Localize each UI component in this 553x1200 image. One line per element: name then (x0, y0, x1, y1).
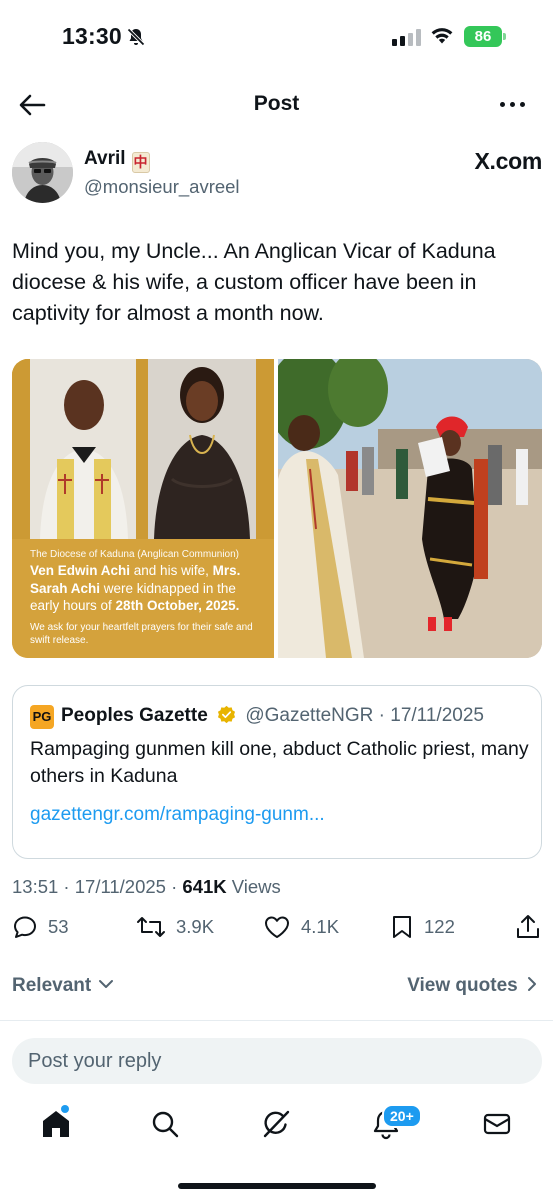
more-options-icon[interactable] (500, 102, 525, 107)
page-title: Post (253, 92, 300, 115)
quoted-text: Rampaging gunmen kill one, abduct Cathol… (30, 738, 529, 787)
chevron-down-icon (99, 980, 114, 988)
quoted-meta: @GazetteNGR · 17/11/2025 (245, 705, 484, 726)
home-icon (43, 1111, 69, 1137)
battery-level: 86 (474, 28, 492, 45)
repost-count: 3.9K (176, 916, 215, 937)
home-new-dot (61, 1105, 69, 1113)
repost-button[interactable]: 3.9K (136, 914, 214, 940)
poster-text-1: and his wife, (130, 563, 209, 578)
like-button[interactable]: 4.1K (263, 914, 339, 940)
views-count[interactable]: 641K (182, 876, 226, 897)
post-media[interactable]: The Diocese of Kaduna (Anglican Communio… (12, 359, 542, 658)
cellular-signal-icon (392, 28, 421, 46)
poster-caption: The Diocese of Kaduna (Anglican Communio… (30, 548, 268, 647)
bookmark-count: 122 (424, 916, 455, 937)
peoples-gazette-logo: PG (30, 705, 54, 729)
poster-diocese-line: The Diocese of Kaduna (Anglican Communio… (30, 549, 239, 560)
view-quotes-link[interactable]: View quotes (407, 975, 538, 997)
views-label: Views (226, 876, 281, 897)
reply-sort-row: Relevant View quotes (12, 972, 542, 1000)
top-navigation: Post (0, 80, 553, 130)
tab-home[interactable] (39, 1107, 73, 1141)
home-indicator[interactable] (178, 1183, 376, 1189)
bookmark-button[interactable]: 122 (390, 914, 455, 940)
share-icon (517, 915, 539, 938)
quoted-post-header: Peoples Gazette @GazetteNGR · 17/11/2025 (61, 705, 484, 727)
post-text: Mind you, my Uncle... An Anglican Vicar … (12, 239, 496, 325)
author-handle[interactable]: @monsieur_avreel (84, 176, 240, 198)
tab-grok[interactable] (259, 1107, 293, 1141)
battery-indicator: 86 (464, 26, 506, 47)
repost-icon (137, 917, 165, 937)
bottom-tab-bar (0, 1095, 553, 1155)
poster-prayer: We ask for your heartfelt prayers for th… (30, 621, 253, 646)
divider (0, 1020, 553, 1021)
quoted-post[interactable]: PG Peoples Gazette @GazetteNGR · 17/11/2… (12, 685, 542, 859)
bookmark-icon (393, 916, 411, 938)
notification-badge: 20+ (382, 1104, 422, 1128)
reply-button[interactable]: 53 (12, 914, 69, 940)
poster-name-1: Ven Edwin Achi (30, 563, 131, 578)
muted-bell-icon (126, 27, 146, 52)
post-author: Avril 中 @monsieur_avreel X.com (12, 142, 542, 204)
view-quotes-label: View quotes (407, 975, 518, 996)
grok-icon (263, 1110, 290, 1138)
timestamp-text: 13:51 · 17/11/2025 · (12, 876, 183, 897)
tab-search[interactable] (148, 1107, 182, 1141)
heart-icon (265, 916, 289, 938)
reply-composer[interactable] (12, 1038, 542, 1084)
quoted-author-name: Peoples Gazette (61, 705, 208, 726)
x-com-watermark: X.com (474, 148, 542, 174)
search-icon (152, 1111, 179, 1138)
couple-photo-image[interactable] (278, 359, 542, 658)
like-count: 4.1K (301, 916, 340, 937)
chevron-right-icon (528, 977, 536, 991)
reply-count: 53 (48, 916, 69, 937)
sort-label: Relevant (12, 975, 92, 996)
status-bar: 13:30 86 (0, 0, 553, 76)
mail-icon (483, 1113, 511, 1135)
post-actions: 53 3.9K 4.1K 122 (12, 914, 542, 950)
post-timestamp: 13:51 · 17/11/2025 · 641K Views (12, 876, 281, 898)
verified-badge-icon (218, 705, 236, 724)
author-name[interactable]: Avril 中 (84, 148, 150, 173)
reply-icon (14, 916, 36, 938)
avatar[interactable] (12, 142, 73, 203)
status-time: 13:30 (62, 23, 122, 49)
wifi-icon (429, 25, 455, 50)
poster-date: 28th October, 2025. (115, 598, 240, 613)
share-button[interactable] (515, 914, 541, 940)
quoted-link[interactable]: gazettengr.com/rampaging-gunm... (30, 804, 325, 826)
sort-dropdown[interactable]: Relevant (12, 975, 114, 997)
kidnap-poster-image[interactable]: The Diocese of Kaduna (Anglican Communio… (12, 359, 274, 658)
reply-input[interactable] (12, 1038, 542, 1084)
mahjong-tile-emoji: 中 (131, 152, 150, 173)
tab-messages[interactable] (480, 1107, 514, 1141)
